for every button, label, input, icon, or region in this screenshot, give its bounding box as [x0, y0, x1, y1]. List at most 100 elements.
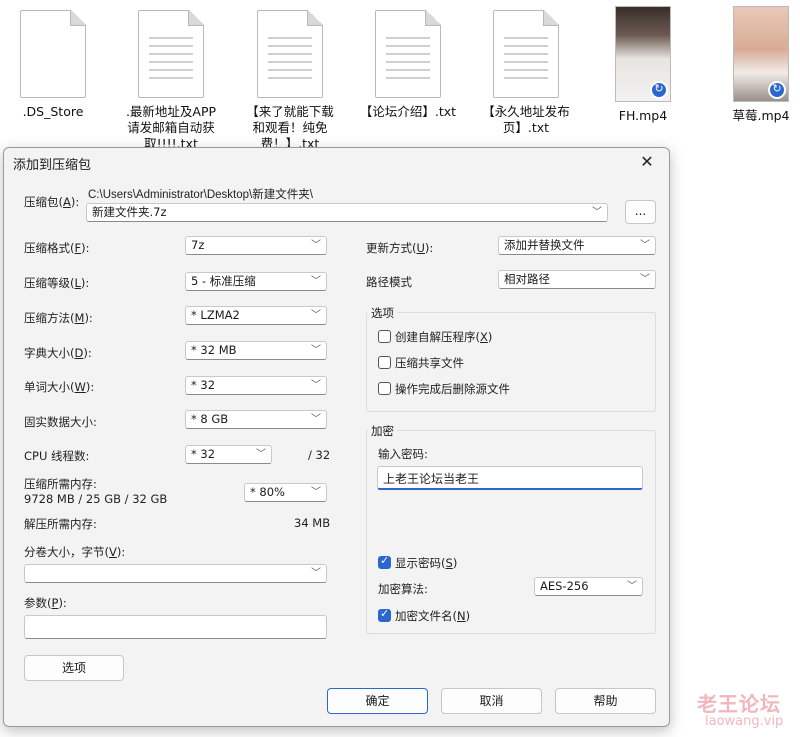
cpu-threads-combo[interactable]: * 32 ﹀ [185, 445, 272, 464]
chevron-down-icon: ﹀ [627, 581, 637, 592]
comp-memory-combo[interactable]: * 80% ﹀ [244, 483, 327, 502]
desktop-item-label: .DS_Store [22, 104, 84, 119]
help-button[interactable]: 帮助 [555, 688, 656, 714]
format-value: 7z [191, 238, 205, 252]
decomp-memory-value: 34 MB [294, 516, 331, 530]
chevron-down-icon: ﹀ [311, 310, 321, 321]
sfx-checkbox[interactable] [378, 330, 391, 343]
chevron-down-icon: ﹀ [311, 380, 321, 391]
chevron-down-icon: ﹀ [640, 240, 650, 251]
level-combo[interactable]: 5 - 标准压缩 ﹀ [185, 272, 327, 291]
update-mode-combo[interactable]: 添加并替换文件 ﹀ [498, 236, 656, 255]
format-combo[interactable]: 7z ﹀ [185, 236, 327, 255]
comp-memory-label: 压缩所需内存: [24, 477, 97, 491]
path-mode-value: 相对路径 [504, 272, 550, 286]
chevron-down-icon: ﹀ [256, 449, 266, 460]
level-value: 5 - 标准压缩 [191, 274, 256, 288]
desktop-item-label: 【永久地址发布 页】.txt [482, 104, 570, 135]
encryption-method-value: AES-256 [540, 579, 589, 593]
method-label: 压缩方法(M): [24, 311, 93, 325]
video-thumbnail-icon [733, 6, 789, 102]
desktop-item-video-2[interactable]: 草莓.mp4 [706, 4, 800, 154]
split-size-label: 分卷大小，字节(V): [24, 545, 126, 559]
password-value: 上老王论坛当老王 [383, 472, 480, 486]
chevron-down-icon: ﹀ [311, 414, 321, 425]
format-label: 压缩格式(F): [24, 241, 90, 255]
path-mode-label: 路径模式 [366, 275, 412, 289]
sync-badge-icon [650, 81, 668, 99]
solid-size-label: 固实数据大小: [24, 415, 97, 429]
chevron-down-icon: ﹀ [311, 276, 321, 287]
close-icon[interactable]: ✕ [627, 148, 667, 176]
chevron-down-icon: ﹀ [311, 345, 321, 356]
dialog-titlebar[interactable]: 添加到压缩包 ✕ [4, 148, 669, 178]
params-label: 参数(P): [24, 596, 67, 610]
show-password-label: 显示密码(S) [395, 556, 458, 570]
browse-button[interactable]: ... [625, 200, 656, 224]
chevron-down-icon: ﹀ [311, 240, 321, 251]
encrypt-names-checkbox[interactable] [378, 607, 391, 622]
sync-badge-icon [768, 81, 786, 99]
comp-memory-detail: 9728 MB / 25 GB / 32 GB [24, 492, 168, 506]
encryption-group-title: 加密 [368, 423, 397, 439]
shared-files-label: 压缩共享文件 [395, 356, 464, 370]
delete-after-checkbox[interactable] [378, 382, 391, 395]
show-password-checkbox[interactable] [378, 554, 391, 569]
level-label: 压缩等级(L): [24, 276, 90, 290]
cpu-threads-max: / 32 [308, 448, 331, 462]
desktop-item-txt-3[interactable]: 【论坛介绍】.txt [353, 4, 463, 150]
desktop-item-label: 【来了就能下载 和观看！纯免 费！】.txt [246, 104, 334, 150]
chevron-down-icon: ﹀ [640, 274, 650, 285]
solid-size-value: * 8 GB [191, 412, 229, 426]
word-size-label: 单词大小(W): [24, 380, 95, 394]
dict-size-value: * 32 MB [191, 343, 237, 357]
cpu-threads-value: * 32 [191, 447, 216, 461]
options-group-title: 选项 [368, 305, 397, 321]
dialog-title: 添加到压缩包 [13, 158, 92, 173]
method-combo[interactable]: * LZMA2 ﹀ [185, 306, 327, 325]
desktop-item-txt-2[interactable]: 【来了就能下载 和观看！纯免 费！】.txt [235, 4, 345, 150]
solid-size-combo[interactable]: * 8 GB ﹀ [185, 410, 327, 429]
word-size-combo[interactable]: * 32 ﹀ [185, 376, 327, 395]
blank-file-icon [20, 10, 86, 98]
shared-files-checkbox[interactable] [378, 356, 391, 369]
cancel-button[interactable]: 取消 [441, 688, 542, 714]
chevron-down-icon: ﹀ [311, 568, 321, 579]
path-mode-combo[interactable]: 相对路径 ﹀ [498, 270, 656, 289]
method-value: * LZMA2 [191, 308, 240, 322]
text-file-icon [493, 10, 559, 98]
encryption-method-combo[interactable]: AES-256 ﹀ [534, 577, 643, 596]
dict-size-combo[interactable]: * 32 MB ﹀ [185, 341, 327, 360]
text-file-icon [375, 10, 441, 98]
password-label: 输入密码: [378, 447, 428, 461]
desktop-item-label: 【论坛介绍】.txt [359, 104, 457, 119]
desktop-item-ds-store[interactable]: .DS_Store [0, 4, 108, 150]
options-button[interactable]: 选项 [24, 655, 124, 681]
desktop-item-label: 草莓.mp4 [732, 108, 790, 123]
add-to-archive-dialog: 添加到压缩包 ✕ 压缩包(A): C:\Users\Administrator\… [3, 147, 670, 727]
desktop-item-txt-1[interactable]: .最新地址及APP 请发邮箱自动获 取!!!!.txt [116, 4, 226, 150]
password-input[interactable]: 上老王论坛当老王 [377, 466, 643, 490]
update-mode-value: 添加并替换文件 [504, 238, 585, 252]
encrypt-names-label: 加密文件名(N) [395, 609, 471, 623]
archive-label: 压缩包(A): [24, 195, 80, 209]
ok-button[interactable]: 确定 [327, 688, 428, 714]
comp-memory-value: * 80% [250, 485, 285, 499]
desktop-item-txt-4[interactable]: 【永久地址发布 页】.txt [471, 4, 581, 150]
encryption-method-label: 加密算法: [378, 582, 428, 596]
chevron-down-icon: ﹀ [311, 487, 321, 498]
cpu-threads-label: CPU 线程数: [24, 449, 90, 463]
text-file-icon [138, 10, 204, 98]
desktop-item-video-1[interactable]: FH.mp4 [588, 4, 698, 154]
split-size-combo[interactable]: ﹀ [24, 564, 327, 583]
desktop-item-label: .最新地址及APP 请发邮箱自动获 取!!!!.txt [125, 104, 217, 150]
params-input[interactable] [24, 615, 327, 639]
watermark-url: laowang.vip [705, 714, 784, 729]
delete-after-label: 操作完成后删除源文件 [395, 382, 510, 396]
archive-name-combo[interactable]: 新建文件夹.7z ﹀ [86, 203, 608, 222]
archive-name-value: 新建文件夹.7z [92, 205, 167, 219]
video-thumbnail-icon [615, 6, 671, 102]
word-size-value: * 32 [191, 378, 216, 392]
update-mode-label: 更新方式(U): [366, 241, 434, 255]
dict-size-label: 字典大小(D): [24, 346, 92, 360]
